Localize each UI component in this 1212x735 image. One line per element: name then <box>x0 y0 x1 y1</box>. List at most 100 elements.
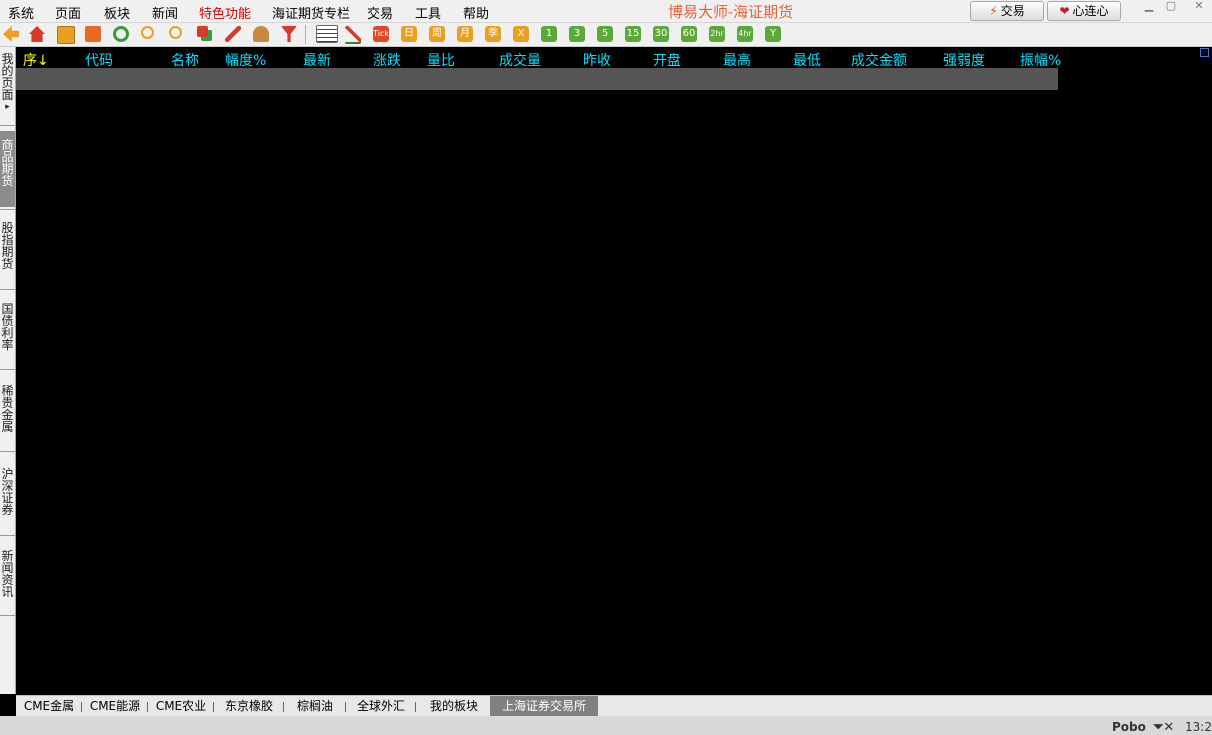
tab-cme-energy[interactable]: CME能源 <box>86 696 144 717</box>
period-x-button[interactable]: X <box>513 26 529 42</box>
column-header-amplitude[interactable]: 振幅% <box>1020 50 1061 70</box>
sidebar-separator <box>0 615 15 616</box>
sidebar-separator <box>0 451 15 452</box>
filter-icon[interactable] <box>281 26 297 42</box>
sidebar-tab-index-futures[interactable]: 股指期货 <box>0 222 15 270</box>
filter-clear-icon[interactable]: ⏷✕ <box>1153 720 1174 735</box>
column-header-volume-ratio[interactable]: 量比 <box>427 50 455 70</box>
zoom-out-icon[interactable] <box>169 26 182 39</box>
chart-line-icon[interactable] <box>345 26 361 44</box>
multi-window-icon[interactable] <box>197 26 208 37</box>
menu-news[interactable]: 新闻 <box>152 3 178 22</box>
period-quarter-button[interactable]: 季 <box>485 26 501 42</box>
tab-separator <box>81 702 82 712</box>
tab-global-forex[interactable]: 全球外汇 <box>350 696 412 717</box>
tab-palm-oil[interactable]: 棕榈油 <box>288 696 342 717</box>
refresh-icon[interactable] <box>113 26 129 42</box>
home-icon[interactable] <box>29 26 45 42</box>
sidebar-tab-bond-rates[interactable]: 国债利率 <box>0 303 15 351</box>
tab-separator <box>147 702 148 712</box>
menu-haizheng-column[interactable]: 海证期货专栏 <box>272 3 350 22</box>
menu-bar: 系统 页面 板块 新闻 特色功能 海证期货专栏 交易 工具 帮助 博易大师-海证… <box>0 0 1212 23</box>
period-week-button[interactable]: 周 <box>429 26 445 42</box>
period-15min-button[interactable]: 15 <box>625 26 641 42</box>
column-header-high[interactable]: 最高 <box>723 50 751 70</box>
notebook-icon[interactable] <box>57 26 75 44</box>
column-header-last[interactable]: 最新 <box>303 50 331 70</box>
tab-my-sector[interactable]: 我的板块 <box>420 696 488 717</box>
column-header-index[interactable]: 序↓ <box>23 50 49 70</box>
column-header-name[interactable]: 名称 <box>171 50 199 70</box>
sidebar-separator <box>0 535 15 536</box>
tab-separator <box>415 702 416 712</box>
period-day-button[interactable]: 日 <box>401 26 417 42</box>
sidebar-tab-my-page[interactable]: 我的页面 <box>0 53 15 101</box>
zoom-in-icon[interactable] <box>141 26 154 39</box>
sidebar-separator <box>0 209 15 210</box>
period-1min-button[interactable]: 1 <box>541 26 557 42</box>
column-header-change-percent[interactable]: 幅度% <box>225 50 266 70</box>
tab-separator <box>345 702 346 712</box>
sidebar-separator <box>0 369 15 370</box>
menu-sector[interactable]: 板块 <box>104 3 130 22</box>
maximize-icon[interactable]: ▢ <box>1160 0 1182 14</box>
bottom-tab-bar: CME金属 CME能源 CME农业 东京橡胶 棕榈油 全球外汇 我的板块 上海证… <box>16 695 1212 717</box>
status-bar: Pobo ⏷✕ 13:2 <box>0 716 1212 735</box>
period-3min-button[interactable]: 3 <box>569 26 585 42</box>
panel-corner-icon[interactable] <box>1200 48 1209 57</box>
back-arrow-icon[interactable] <box>3 26 19 42</box>
period-60min-button[interactable]: 60 <box>681 26 697 42</box>
sidebar-tab-securities[interactable]: 沪深证券 <box>0 468 15 516</box>
close-icon[interactable]: ✕ <box>1188 0 1210 14</box>
tab-cme-metals[interactable]: CME金属 <box>20 696 78 717</box>
tab-separator <box>213 702 214 712</box>
menu-tools[interactable]: 工具 <box>415 3 441 22</box>
period-2hr-button[interactable]: 2hr <box>709 26 725 42</box>
lightning-icon: ⚡ <box>989 4 998 18</box>
sidebar-expand-arrow-icon[interactable]: ▸ <box>0 103 15 112</box>
sidebar-tab-news[interactable]: 新闻资讯 <box>0 550 15 598</box>
period-tick-button[interactable]: Tick <box>373 26 389 42</box>
period-4hr-button[interactable]: 4hr <box>737 26 753 42</box>
quote-list-icon[interactable] <box>316 25 338 43</box>
period-30min-button[interactable]: 30 <box>653 26 669 42</box>
trade-button[interactable]: ⚡ 交易 <box>970 1 1044 21</box>
pencil-icon[interactable] <box>225 26 241 42</box>
period-month-button[interactable]: 月 <box>457 26 473 42</box>
menu-trade[interactable]: 交易 <box>367 3 393 22</box>
menu-system[interactable]: 系统 <box>8 3 34 22</box>
tab-cme-agriculture[interactable]: CME农业 <box>152 696 210 717</box>
tab-tokyo-rubber[interactable]: 东京橡胶 <box>218 696 280 717</box>
sidebar-tab-commodity-futures[interactable]: 商品期货 <box>0 131 15 207</box>
sidebar-tab-precious-metals[interactable]: 稀贵金属 <box>0 385 15 433</box>
toolbar: Tick 日 周 月 季 X 1 3 5 15 30 60 2hr 4hr Y <box>0 23 1212 47</box>
heart-connect-button[interactable]: ❤ 心连心 <box>1047 1 1121 21</box>
column-header-low[interactable]: 最低 <box>793 50 821 70</box>
menu-page[interactable]: 页面 <box>55 3 81 22</box>
minimize-icon[interactable]: ▁ <box>1138 0 1160 14</box>
sidebar: 我的页面 ▸ 商品期货 股指期货 国债利率 稀贵金属 沪深证券 新闻资讯 <box>0 47 16 694</box>
column-header-change[interactable]: 涨跌 <box>373 50 401 70</box>
toolbar-separator <box>305 25 306 44</box>
heart-connect-label: 心连心 <box>1072 4 1109 18</box>
column-header-turnover[interactable]: 成交金额 <box>851 50 907 70</box>
tab-separator <box>283 702 284 712</box>
ticker-board-icon[interactable] <box>85 26 101 42</box>
bell-icon[interactable] <box>253 26 269 42</box>
menu-special-features[interactable]: 特色功能 <box>199 3 251 22</box>
selected-row[interactable] <box>16 68 1058 90</box>
brand-label: Pobo <box>1112 720 1146 734</box>
menu-help[interactable]: 帮助 <box>463 3 489 22</box>
sidebar-separator <box>0 289 15 290</box>
heart-icon: ❤ <box>1059 4 1070 18</box>
app-title: 博易大师-海证期货 <box>668 3 794 21</box>
trade-button-label: 交易 <box>1000 4 1025 18</box>
tab-shanghai-stock-exchange[interactable]: 上海证券交易所 <box>490 696 598 717</box>
column-header-open[interactable]: 开盘 <box>653 50 681 70</box>
period-year-button[interactable]: Y <box>765 26 781 42</box>
period-5min-button[interactable]: 5 <box>597 26 613 42</box>
column-header-volume[interactable]: 成交量 <box>499 50 541 70</box>
column-header-code[interactable]: 代码 <box>85 50 113 70</box>
column-header-strength[interactable]: 强弱度 <box>943 50 985 70</box>
column-header-prev-close[interactable]: 昨收 <box>583 50 611 70</box>
